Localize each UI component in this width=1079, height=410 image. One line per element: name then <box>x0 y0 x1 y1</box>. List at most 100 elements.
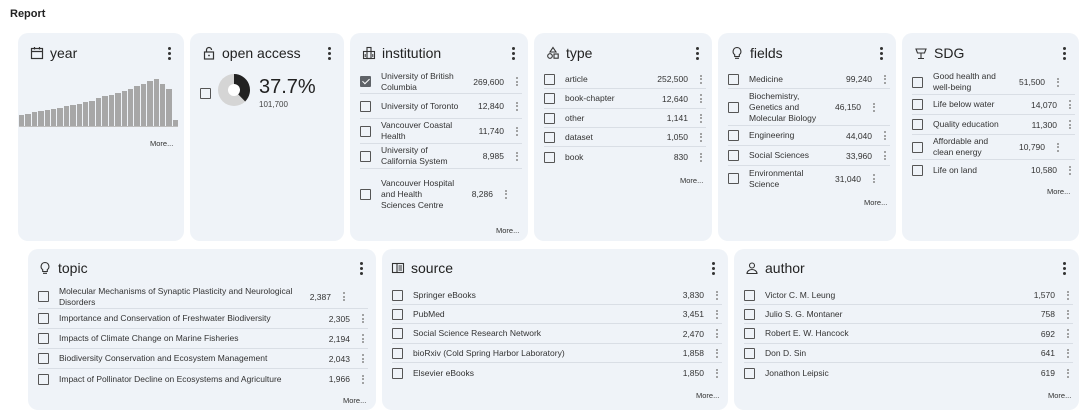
type-checkbox[interactable] <box>544 112 555 124</box>
list-item[interactable]: Quality education 11,300 <box>912 115 1075 135</box>
year-bar[interactable] <box>57 107 63 126</box>
year-bar[interactable] <box>44 110 51 126</box>
row-menu-icon[interactable] <box>358 334 368 343</box>
list-item[interactable]: Victor C. M. Leung 1,570 <box>744 286 1073 305</box>
row-menu-icon[interactable] <box>1053 142 1063 152</box>
type-menu-icon[interactable] <box>690 44 704 62</box>
fields-checkbox[interactable] <box>728 101 739 113</box>
fields-checkbox[interactable] <box>728 150 739 161</box>
type-checkbox[interactable] <box>544 151 555 163</box>
author-menu-icon[interactable] <box>1057 259 1071 277</box>
year-bar[interactable] <box>63 106 70 126</box>
list-item[interactable]: bioRxiv (Cold Spring Harbor Laboratory) … <box>392 344 722 363</box>
row-menu-icon[interactable] <box>358 374 368 384</box>
list-item[interactable]: Molecular Mechanisms of Synaptic Plastic… <box>38 285 368 309</box>
year-bar[interactable] <box>89 100 95 126</box>
list-item[interactable]: Importance and Conservation of Freshwate… <box>38 309 368 329</box>
list-item[interactable]: other 1,141 <box>544 109 706 128</box>
list-item[interactable]: Social Science Research Network 2,470 <box>392 324 722 344</box>
list-item[interactable]: PubMed 3,451 <box>392 305 722 324</box>
year-histogram[interactable] <box>19 74 179 126</box>
list-item[interactable]: Affordable and clean energy 10,790 <box>912 135 1075 160</box>
type-checkbox[interactable] <box>544 131 555 143</box>
row-menu-icon[interactable] <box>712 348 722 358</box>
sdg-checkbox[interactable] <box>912 141 923 153</box>
year-bar[interactable] <box>95 98 102 126</box>
row-menu-icon[interactable] <box>712 329 722 338</box>
topic-checkbox[interactable] <box>38 353 49 364</box>
institution-more-link[interactable]: More... <box>496 226 519 235</box>
author-checkbox[interactable] <box>744 347 755 359</box>
fields-checkbox[interactable] <box>728 73 739 85</box>
list-item[interactable]: Vancouver Coastal Health 11,740 <box>360 119 522 144</box>
sdg-checkbox[interactable] <box>912 119 923 130</box>
author-checkbox[interactable] <box>744 328 755 339</box>
row-menu-icon[interactable] <box>712 290 722 300</box>
year-menu-icon[interactable] <box>162 44 176 62</box>
row-menu-icon[interactable] <box>501 189 511 199</box>
row-menu-icon[interactable] <box>512 77 522 86</box>
list-item[interactable]: Elsevier eBooks 1,850 <box>392 363 722 383</box>
sdg-menu-icon[interactable] <box>1057 44 1071 62</box>
list-item[interactable]: book 830 <box>544 147 706 167</box>
list-item[interactable]: Don D. Sin 641 <box>744 344 1073 363</box>
list-item[interactable]: University of Toronto 12,840 <box>360 94 522 119</box>
year-bar[interactable] <box>127 88 134 126</box>
row-menu-icon[interactable] <box>696 113 706 123</box>
row-menu-icon[interactable] <box>880 151 890 160</box>
list-item[interactable]: University of British Columbia 269,600 <box>360 70 522 94</box>
row-menu-icon[interactable] <box>1063 368 1073 378</box>
year-bar[interactable] <box>153 78 159 126</box>
source-more-link[interactable]: More... <box>696 391 719 400</box>
list-item[interactable]: Springer eBooks 3,830 <box>392 286 722 305</box>
list-item[interactable]: Vancouver Hospital and Health Sciences C… <box>360 169 522 219</box>
topic-more-link[interactable]: More... <box>343 396 366 405</box>
year-bar[interactable] <box>134 86 140 126</box>
sdg-checkbox[interactable] <box>912 76 923 88</box>
row-menu-icon[interactable] <box>358 314 368 323</box>
institution-checkbox[interactable] <box>360 125 371 137</box>
row-menu-icon[interactable] <box>880 131 890 140</box>
row-menu-icon[interactable] <box>358 354 368 363</box>
row-menu-icon[interactable] <box>512 101 522 111</box>
type-checkbox[interactable] <box>544 93 555 104</box>
year-bar[interactable] <box>147 80 153 126</box>
year-bar[interactable] <box>19 114 25 126</box>
row-menu-icon[interactable] <box>1053 77 1063 87</box>
row-menu-icon[interactable] <box>512 151 522 161</box>
row-menu-icon[interactable] <box>1063 309 1073 319</box>
row-menu-icon[interactable] <box>1065 120 1075 129</box>
year-bar[interactable] <box>115 92 121 126</box>
topic-checkbox[interactable] <box>38 373 49 385</box>
year-bar[interactable] <box>38 111 44 126</box>
list-item[interactable]: Social Sciences 33,960 <box>728 146 890 166</box>
list-item[interactable]: Good health and well-being 51,500 <box>912 70 1075 95</box>
year-bar[interactable] <box>51 108 57 126</box>
sdg-checkbox[interactable] <box>912 164 923 176</box>
list-item[interactable]: Engineering 44,040 <box>728 126 890 146</box>
open-access-menu-icon[interactable] <box>322 44 336 62</box>
year-bar[interactable] <box>121 90 127 126</box>
source-checkbox[interactable] <box>392 328 403 339</box>
institution-menu-icon[interactable] <box>506 44 520 62</box>
list-item[interactable]: Impacts of Climate Change on Marine Fish… <box>38 329 368 349</box>
institution-checkbox[interactable] <box>360 76 371 87</box>
row-menu-icon[interactable] <box>512 126 522 136</box>
topic-checkbox[interactable] <box>38 333 49 344</box>
list-item[interactable]: book-chapter 12,640 <box>544 89 706 109</box>
topic-checkbox[interactable] <box>38 313 49 324</box>
year-bar[interactable] <box>102 96 108 126</box>
sdg-more-link[interactable]: More... <box>1047 187 1070 196</box>
row-menu-icon[interactable] <box>1065 165 1075 175</box>
list-item[interactable]: Life on land 10,580 <box>912 160 1075 180</box>
row-menu-icon[interactable] <box>1063 290 1073 300</box>
year-bar[interactable] <box>76 103 83 126</box>
year-bar[interactable] <box>140 84 147 126</box>
year-bar[interactable] <box>83 102 89 126</box>
row-menu-icon[interactable] <box>869 102 879 112</box>
list-item[interactable]: Environmental Science 31,040 <box>728 166 890 191</box>
row-menu-icon[interactable] <box>696 132 706 142</box>
source-checkbox[interactable] <box>392 308 403 320</box>
year-more-link[interactable]: More... <box>150 139 173 148</box>
year-bar[interactable] <box>70 105 76 126</box>
